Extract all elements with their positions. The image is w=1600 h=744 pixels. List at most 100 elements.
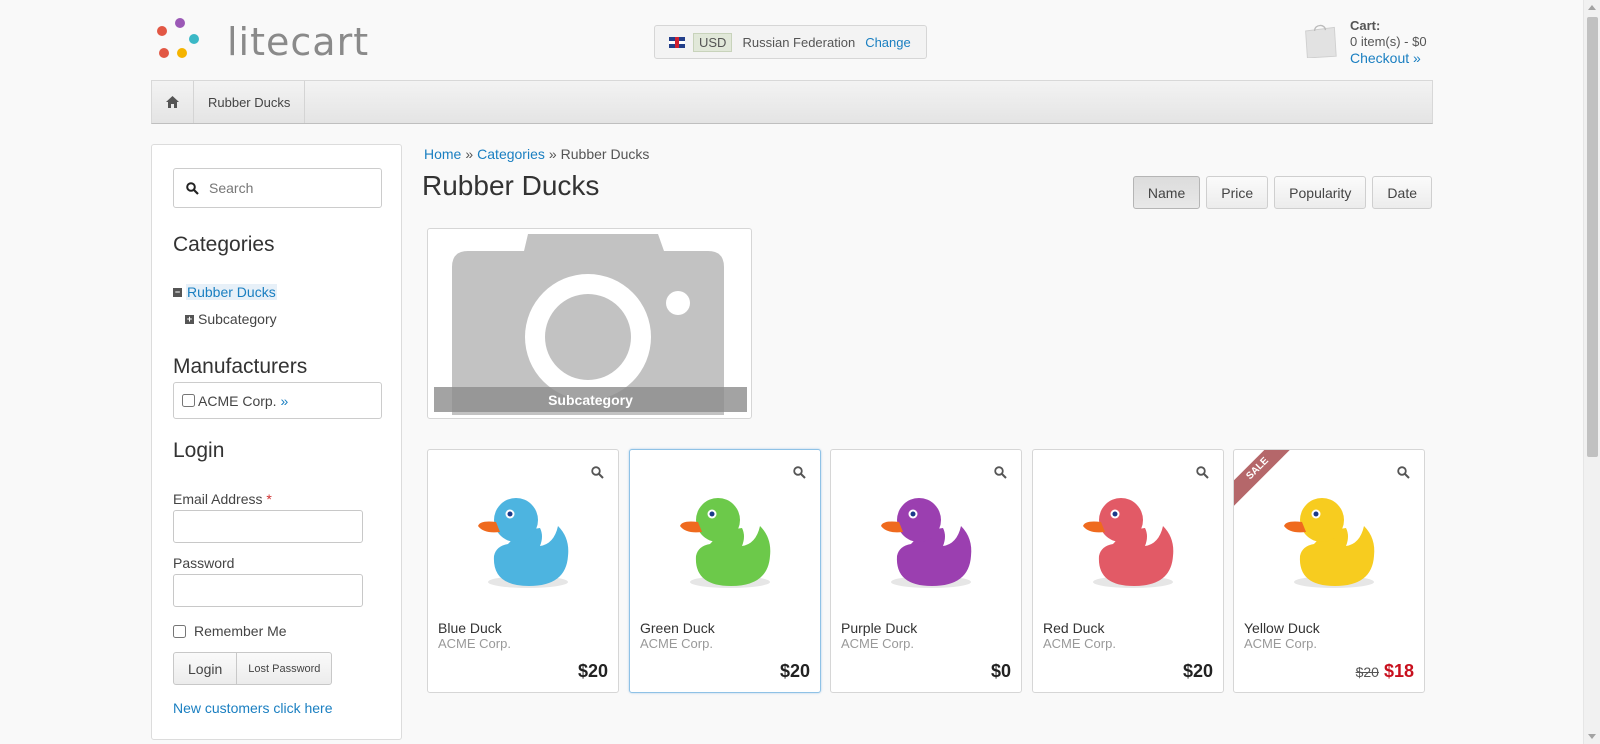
- product-name[interactable]: Blue Duck: [438, 620, 502, 636]
- logo-dot: [157, 26, 167, 36]
- product-price: $20 $18: [1356, 661, 1414, 682]
- sort-name-button[interactable]: Name: [1132, 176, 1201, 209]
- breadcrumb-current: Rubber Ducks: [560, 146, 650, 162]
- product-name[interactable]: Green Duck: [640, 620, 715, 636]
- sort-date-button[interactable]: Date: [1372, 176, 1432, 209]
- collapse-icon[interactable]: −: [173, 287, 182, 297]
- subcategory-caption: Subcategory: [434, 387, 747, 412]
- breadcrumb: Home» Categories» Rubber Ducks: [424, 146, 649, 162]
- subcategory-card[interactable]: Subcategory: [427, 228, 752, 419]
- expand-icon[interactable]: +: [185, 314, 194, 324]
- sort-options: Name Price Popularity Date: [1132, 176, 1432, 209]
- sidebar: Categories − Rubber Ducks + Subcategory …: [151, 144, 402, 740]
- checkout-link[interactable]: Checkout »: [1350, 50, 1421, 66]
- login-button[interactable]: Login: [174, 653, 236, 684]
- country-name: Russian Federation: [742, 34, 856, 50]
- zoom-icon[interactable]: [994, 466, 1007, 479]
- product-manufacturer: ACME Corp.: [1244, 636, 1317, 651]
- nav-item-rubber-ducks[interactable]: Rubber Ducks: [194, 81, 306, 123]
- manufacturers-heading: Manufacturers: [173, 355, 308, 378]
- categories-heading: Categories: [173, 233, 275, 256]
- product-card[interactable]: Blue Duck ACME Corp. $20: [427, 449, 619, 693]
- product-card[interactable]: Red Duck ACME Corp. $20: [1032, 449, 1224, 693]
- scrollbar-thumb[interactable]: [1587, 17, 1598, 457]
- product-manufacturer: ACME Corp.: [640, 636, 713, 651]
- logo-dot: [177, 48, 187, 58]
- duck-image[interactable]: [676, 486, 776, 594]
- remember-me-label[interactable]: Remember Me: [194, 623, 287, 639]
- cart-widget[interactable]: Cart: 0 item(s) - $0 Checkout »: [1300, 18, 1440, 66]
- duck-image[interactable]: [877, 486, 977, 594]
- category-rubber-ducks[interactable]: − Rubber Ducks: [173, 284, 277, 300]
- login-heading: Login: [173, 439, 225, 462]
- product-name[interactable]: Red Duck: [1043, 620, 1104, 636]
- category-subcategory[interactable]: + Subcategory: [185, 311, 277, 327]
- manufacturer-filter: ACME Corp. »: [173, 382, 382, 419]
- regular-price: $20: [1355, 664, 1379, 680]
- product-price: $0: [990, 661, 1011, 681]
- product-price: $20: [577, 661, 608, 681]
- zoom-icon[interactable]: [1196, 466, 1209, 479]
- manufacturer-link[interactable]: »: [280, 393, 288, 409]
- sort-price-button[interactable]: Price: [1206, 176, 1269, 209]
- logo-dot: [189, 34, 199, 44]
- product-card[interactable]: Purple Duck ACME Corp. $0: [830, 449, 1022, 693]
- main-navbar: Rubber Ducks: [151, 80, 1433, 124]
- duck-image[interactable]: [1280, 486, 1380, 594]
- product-name[interactable]: Purple Duck: [841, 620, 917, 636]
- product-name[interactable]: Yellow Duck: [1244, 620, 1320, 636]
- zoom-icon[interactable]: [591, 466, 604, 479]
- product-manufacturer: ACME Corp.: [1043, 636, 1116, 651]
- search-box[interactable]: [173, 168, 382, 208]
- logo-dot: [175, 18, 185, 28]
- cart-title: Cart:: [1350, 18, 1381, 33]
- password-field[interactable]: [173, 574, 363, 607]
- product-card[interactable]: SALE Yellow Duck ACME Corp. $20 $18: [1233, 449, 1425, 693]
- scroll-up-arrow-icon[interactable]: [1588, 5, 1596, 10]
- email-field[interactable]: [173, 510, 363, 543]
- required-marker: *: [266, 491, 272, 507]
- uk-flag-icon: [669, 36, 685, 48]
- home-icon: [166, 96, 179, 108]
- new-customers-link[interactable]: New customers click here: [173, 700, 333, 716]
- duck-image[interactable]: [1079, 486, 1179, 594]
- breadcrumb-home[interactable]: Home: [424, 146, 461, 162]
- logo-dot: [159, 48, 169, 58]
- product-manufacturer: ACME Corp.: [438, 636, 511, 651]
- product-card[interactable]: Green Duck ACME Corp. $20: [629, 449, 821, 693]
- lost-password-button[interactable]: Lost Password: [236, 653, 331, 684]
- remember-me-checkbox[interactable]: [173, 624, 186, 638]
- login-buttons: Login Lost Password: [173, 652, 333, 685]
- breadcrumb-separator: »: [548, 146, 557, 162]
- search-input[interactable]: [209, 180, 369, 196]
- search-icon: [186, 181, 199, 195]
- cart-summary: 0 item(s) - $0: [1350, 34, 1427, 49]
- category-link[interactable]: Rubber Ducks: [186, 284, 277, 300]
- vertical-scrollbar[interactable]: [1583, 0, 1600, 744]
- change-region-link[interactable]: Change: [865, 35, 911, 50]
- nav-home-button[interactable]: [152, 81, 194, 123]
- logo-text: litecart: [227, 20, 370, 64]
- region-selector: USD Russian Federation Change: [654, 25, 927, 59]
- page-title: Rubber Ducks: [422, 170, 600, 201]
- shopping-bag-icon: [1305, 24, 1337, 58]
- product-price: $20: [779, 661, 810, 681]
- manufacturer-label[interactable]: ACME Corp.: [198, 393, 277, 409]
- category-label[interactable]: Subcategory: [198, 311, 277, 327]
- scroll-down-arrow-icon[interactable]: [1588, 734, 1596, 739]
- breadcrumb-categories[interactable]: Categories: [477, 146, 545, 162]
- manufacturer-checkbox[interactable]: [182, 394, 195, 407]
- product-price: $20: [1182, 661, 1213, 681]
- email-label: Email Address *: [173, 491, 272, 507]
- duck-image[interactable]: [474, 486, 574, 594]
- site-logo[interactable]: litecart: [157, 18, 370, 64]
- email-label-text: Email Address: [173, 491, 263, 507]
- sort-popularity-button[interactable]: Popularity: [1274, 176, 1367, 209]
- sale-price: $18: [1383, 661, 1414, 681]
- password-label: Password: [173, 555, 235, 571]
- zoom-icon[interactable]: [1397, 466, 1410, 479]
- breadcrumb-separator: »: [465, 146, 474, 162]
- zoom-icon[interactable]: [793, 466, 806, 479]
- product-manufacturer: ACME Corp.: [841, 636, 914, 651]
- remember-me: Remember Me: [173, 623, 287, 639]
